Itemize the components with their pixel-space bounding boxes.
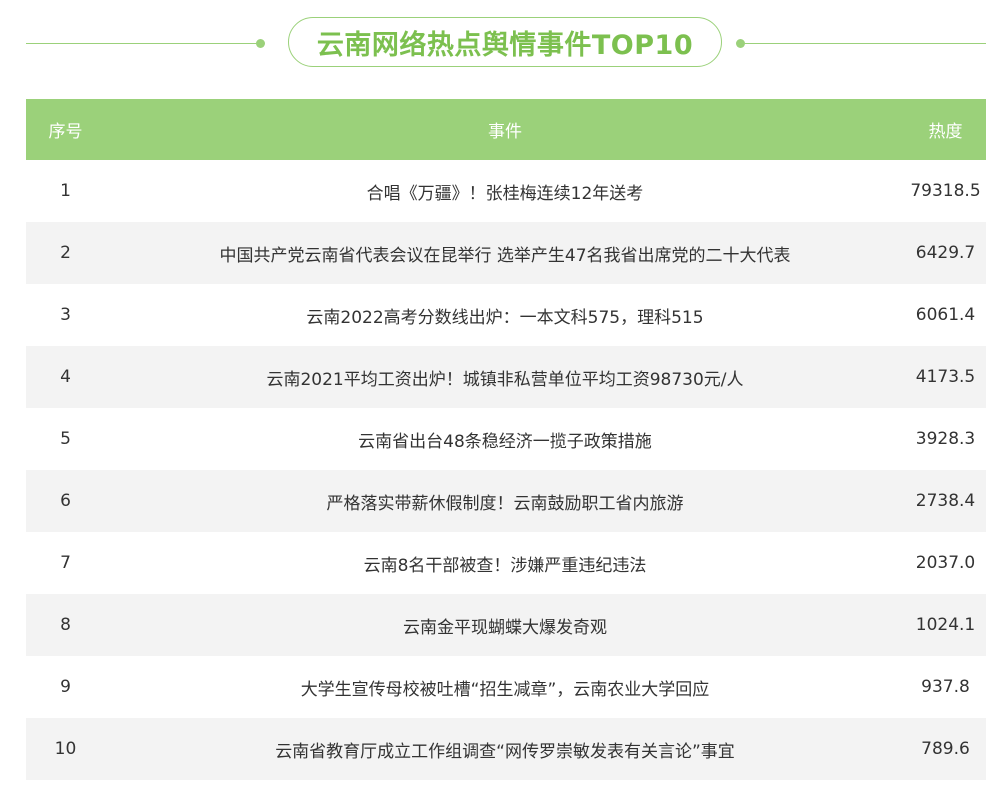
row-heat: 79318.5 bbox=[910, 181, 981, 201]
row-heat: 2738.4 bbox=[905, 470, 986, 532]
row-rank: 1 bbox=[60, 181, 71, 201]
row-rank: 6 bbox=[26, 470, 105, 532]
table-row: 1 合唱《万疆》！张桂梅连续12年送考 79318.5 bbox=[26, 160, 986, 222]
table-body: 1 合唱《万疆》！张桂梅连续12年送考 79318.5 2 中国共产党云南省代表… bbox=[26, 160, 986, 780]
title-dot-left bbox=[256, 39, 265, 48]
title-divider-left bbox=[26, 43, 258, 44]
row-event: 大学生宣传母校被吐槽“招生减章”，云南农业大学回应 bbox=[300, 679, 710, 700]
row-event: 云南省出台48条稳经济一揽子政策措施 bbox=[358, 431, 652, 452]
row-rank: 2 bbox=[26, 222, 105, 284]
table-row: 7 云南8名干部被查！涉嫌严重违纪违法 2037.0 bbox=[26, 532, 986, 594]
row-rank: 3 bbox=[60, 305, 71, 325]
page-title: 云南网络热点舆情事件TOP10 bbox=[316, 29, 694, 61]
header-rank: 序号 bbox=[26, 99, 105, 160]
row-heat: 2037.0 bbox=[915, 553, 976, 573]
row-rank: 10 bbox=[26, 718, 105, 780]
table-row: 10 云南省教育厅成立工作组调查“网传罗崇敏发表有关言论”事宜 789.6 bbox=[26, 718, 986, 780]
title-divider-right bbox=[745, 43, 986, 44]
title-dot-right bbox=[736, 39, 745, 48]
row-heat: 6061.4 bbox=[915, 305, 976, 325]
row-heat: 4173.5 bbox=[905, 346, 986, 408]
row-event: 云南2021平均工资出炉！城镇非私营单位平均工资98730元/人 bbox=[105, 346, 905, 408]
row-rank: 4 bbox=[26, 346, 105, 408]
row-heat: 1024.1 bbox=[905, 594, 986, 656]
title-bar: 云南网络热点舆情事件TOP10 bbox=[0, 0, 1003, 90]
row-rank: 7 bbox=[60, 553, 71, 573]
header-heat: 热度 bbox=[905, 99, 986, 160]
row-event: 云南省教育厅成立工作组调查“网传罗崇敏发表有关言论”事宜 bbox=[105, 718, 905, 780]
row-event: 合唱《万疆》！张桂梅连续12年送考 bbox=[366, 183, 644, 204]
table-row: 2 中国共产党云南省代表会议在昆举行 选举产生47名我省出席党的二十大代表 64… bbox=[26, 222, 986, 284]
row-event: 中国共产党云南省代表会议在昆举行 选举产生47名我省出席党的二十大代表 bbox=[105, 222, 905, 284]
row-rank: 8 bbox=[26, 594, 105, 656]
title-pill: 云南网络热点舆情事件TOP10 bbox=[288, 17, 722, 67]
table-row: 5 云南省出台48条稳经济一揽子政策措施 3928.3 bbox=[26, 408, 986, 470]
table-row: 3 云南2022高考分数线出炉：一本文科575，理科515 6061.4 bbox=[26, 284, 986, 346]
row-event: 云南8名干部被查！涉嫌严重违纪违法 bbox=[363, 555, 647, 576]
row-rank: 9 bbox=[60, 677, 71, 697]
table-header: 序号 事件 热度 bbox=[26, 99, 986, 160]
row-event: 云南金平现蝴蝶大爆发奇观 bbox=[105, 594, 905, 656]
row-event: 云南2022高考分数线出炉：一本文科575，理科515 bbox=[306, 307, 704, 328]
row-heat: 937.8 bbox=[921, 677, 970, 697]
row-event: 严格落实带薪休假制度！云南鼓励职工省内旅游 bbox=[105, 470, 905, 532]
table-row: 6 严格落实带薪休假制度！云南鼓励职工省内旅游 2738.4 bbox=[26, 470, 986, 532]
table-row: 8 云南金平现蝴蝶大爆发奇观 1024.1 bbox=[26, 594, 986, 656]
events-table: 序号 事件 热度 1 合唱《万疆》！张桂梅连续12年送考 79318.5 2 中… bbox=[26, 99, 986, 780]
row-heat: 6429.7 bbox=[905, 222, 986, 284]
table-row: 9 大学生宣传母校被吐槽“招生减章”，云南农业大学回应 937.8 bbox=[26, 656, 986, 718]
header-event: 事件 bbox=[105, 99, 905, 160]
row-heat: 3928.3 bbox=[915, 429, 976, 449]
row-rank: 5 bbox=[60, 429, 71, 449]
table-row: 4 云南2021平均工资出炉！城镇非私营单位平均工资98730元/人 4173.… bbox=[26, 346, 986, 408]
row-heat: 789.6 bbox=[905, 718, 986, 780]
